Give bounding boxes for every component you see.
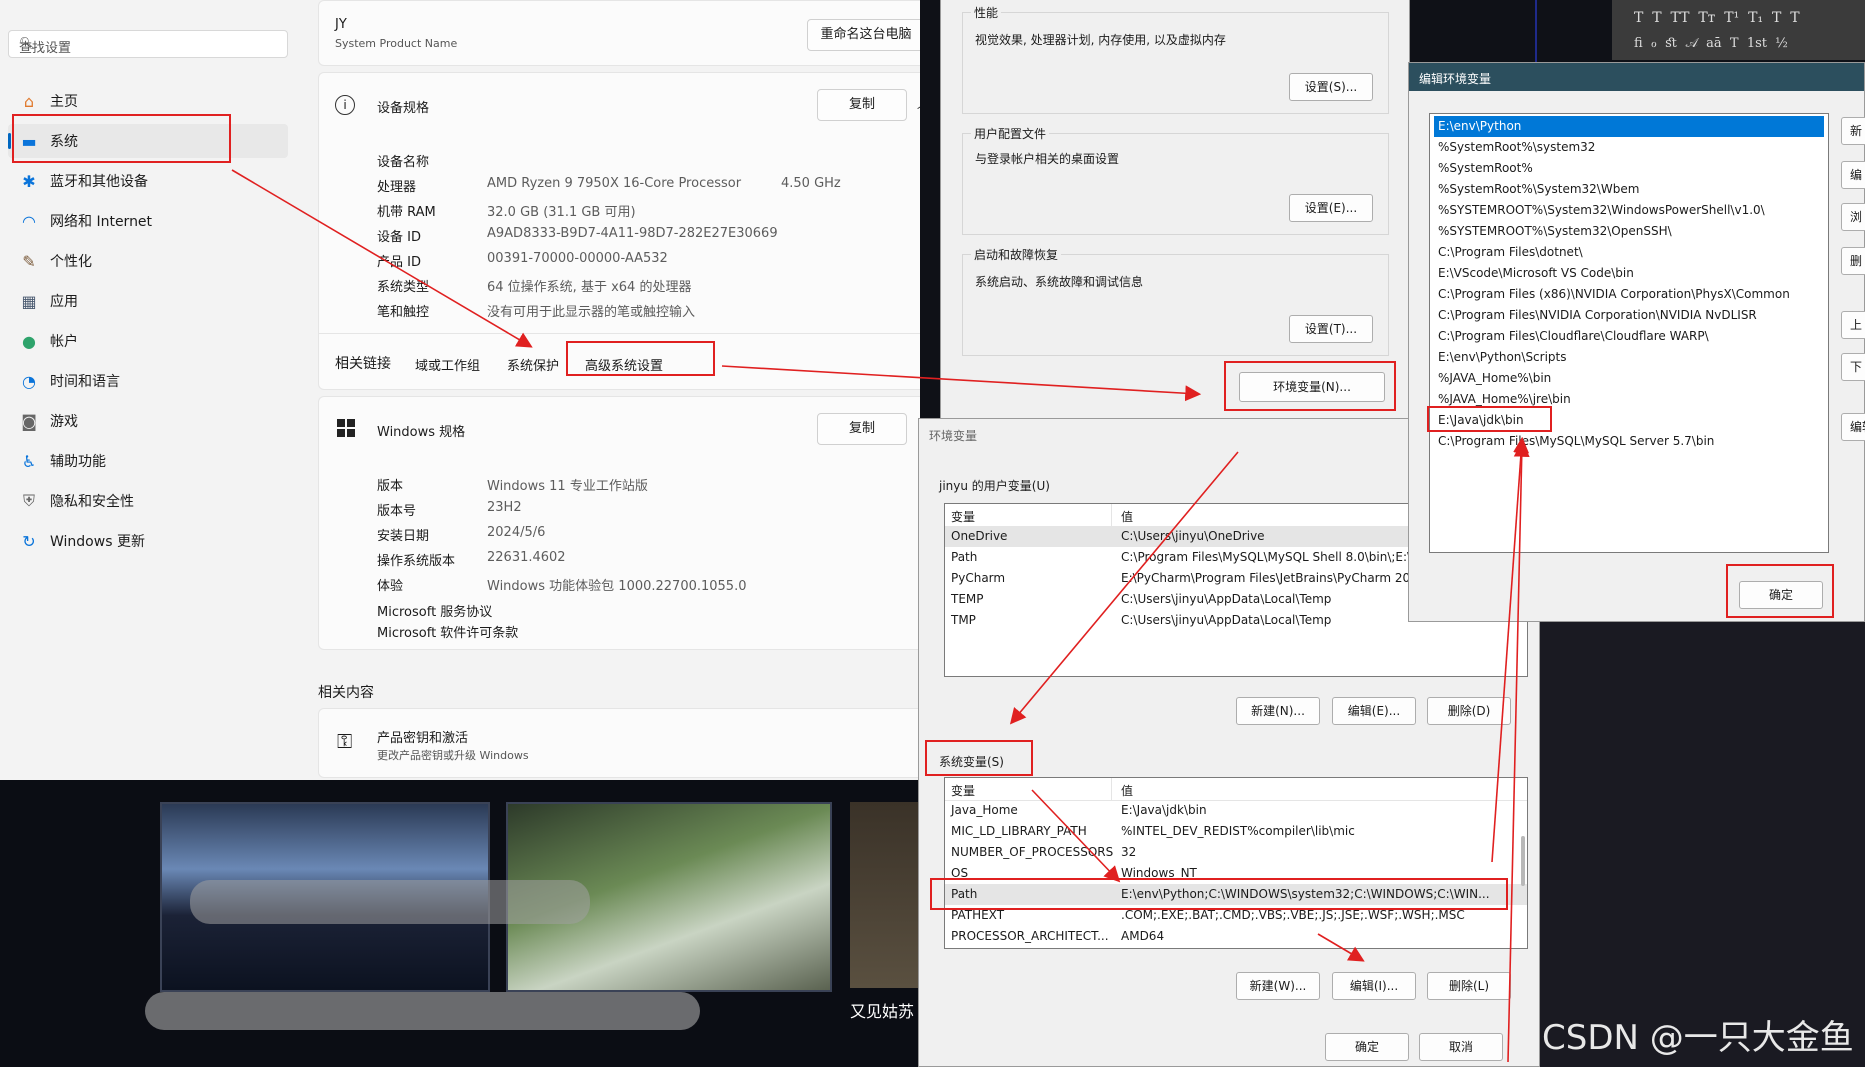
arrow-envbutton-to-sysvars [1009, 451, 1239, 725]
annotation-arrows [231, 169, 1530, 1063]
watermark: CSDN @一只大金鱼 [1542, 1018, 1854, 1058]
arrow-sysvars-to-path [1031, 789, 1121, 883]
arrow-system-to-advanced [231, 169, 533, 348]
arrow-advanced-to-envbutton [721, 365, 1202, 402]
arrow-path-to-edit [1317, 933, 1365, 962]
